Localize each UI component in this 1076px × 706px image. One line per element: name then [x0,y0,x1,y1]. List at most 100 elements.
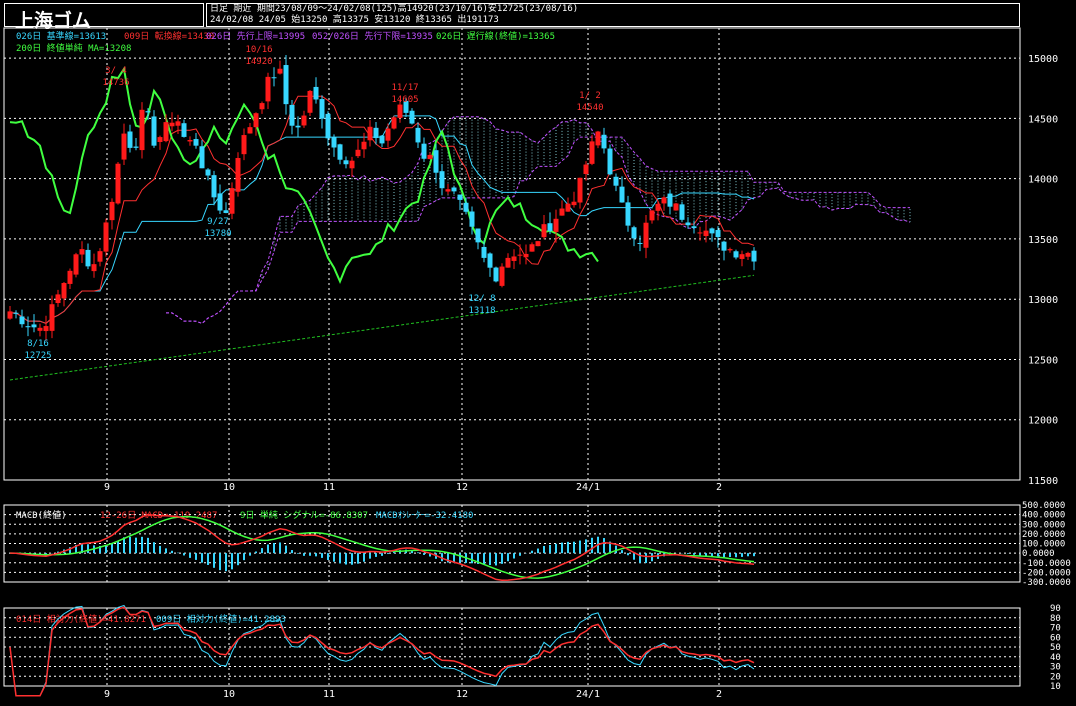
annotation-date: 10/16 [245,45,272,55]
x-tick-label: 24/1 [576,689,600,700]
candle-body [217,193,223,211]
candle-body [301,115,307,126]
senkou-span-a-line [166,116,911,324]
candle-body [577,177,583,203]
annotation-date: 11/17 [391,83,418,93]
candle-body [265,76,271,102]
candle-body [253,113,259,128]
candle-body [199,146,205,169]
candle-body [505,257,511,268]
x-tick-label: 10 [223,689,235,700]
candle-body [463,202,469,212]
annotation-date: 8/16 [27,339,49,349]
candle-body [481,246,487,258]
x-tick-label: 2 [716,482,722,493]
y-tick-label: 60 [1050,633,1061,643]
x-tick-label: 11 [323,689,335,700]
candle-body [307,90,313,113]
x-tick-label: 2 [716,689,722,700]
candle-body [547,223,553,231]
candle-body [169,122,175,127]
annotation-date: 9/27 [207,217,229,227]
candle-body [571,201,577,206]
candle-body [415,127,421,143]
panel-frame-3 [3,607,1021,687]
candle-body [163,122,169,142]
candle-body [31,324,37,328]
candle-body [721,241,727,251]
annotation-value: 14540 [576,103,603,113]
candle-body [745,252,751,257]
candle-body [421,143,427,159]
candle-body [541,224,547,238]
y-tick-label: 13000 [1028,295,1058,306]
candle-body [469,211,475,227]
candle-body [133,146,139,148]
candle-body [739,254,745,259]
candle-body [271,77,277,79]
candle-body [631,227,637,239]
y-tick-label: 13500 [1028,235,1058,246]
tenkan-line [10,95,755,324]
y-tick-label: 100.0000 [1022,540,1065,550]
candle-body [79,249,85,255]
y-tick-label: 30 [1050,663,1061,673]
candle-body [625,202,631,226]
annotation-value: 13780 [204,229,231,239]
y-tick-label: 12000 [1028,416,1058,427]
y-tick-label: 40 [1050,653,1061,663]
candle-body [643,222,649,248]
candle-body [709,228,715,234]
y-tick-label: -100.0000 [1022,559,1071,569]
candle-body [565,203,571,212]
candle-body [517,254,523,256]
rsi14-line [9,606,755,697]
candle-body [511,256,517,261]
candle-body [379,135,385,144]
candle-body [181,123,187,137]
candle-body [559,208,565,216]
candle-body [619,186,625,203]
candle-body [55,294,61,304]
x-tick-label: 10 [223,482,235,493]
candle-body [313,86,319,100]
candle-body [115,163,121,204]
candle-body [193,139,199,146]
x-tick-label: 9 [104,689,110,700]
candle-body [127,131,133,148]
annotation-date: 12/ 8 [468,294,495,304]
x-tick-label: 12 [456,689,468,700]
candle-body [157,137,163,142]
candle-body [367,126,373,141]
candle-body [391,117,397,129]
candle-body [277,68,283,74]
y-tick-label: -200.0000 [1022,568,1071,578]
candle-body [103,222,109,252]
y-tick-label: 50 [1050,643,1061,653]
ma200-line [9,274,755,381]
y-tick-label: 500.0000 [1022,501,1065,511]
candle-body [475,228,481,243]
candle-body [295,125,301,128]
candle-body [751,250,757,262]
candle-body [247,127,253,134]
candle-body [19,316,25,325]
candle-body [61,282,67,299]
x-tick-label: 9 [104,482,110,493]
y-tick-label: 14500 [1028,114,1058,125]
candle-body [661,197,667,204]
candle-body [211,175,217,198]
candle-body [331,137,337,148]
candle-body [319,99,325,119]
candle-body [43,326,49,332]
x-tick-label: 24/1 [576,482,600,493]
y-tick-label: 20 [1050,672,1061,682]
candle-body [205,169,211,176]
candle-body [733,251,739,258]
annotation-value: 13118 [468,306,495,316]
candle-body [607,148,613,175]
candle-body [553,218,559,232]
candle-body [601,134,607,149]
candle-body [139,109,145,151]
candle-body [235,158,241,192]
